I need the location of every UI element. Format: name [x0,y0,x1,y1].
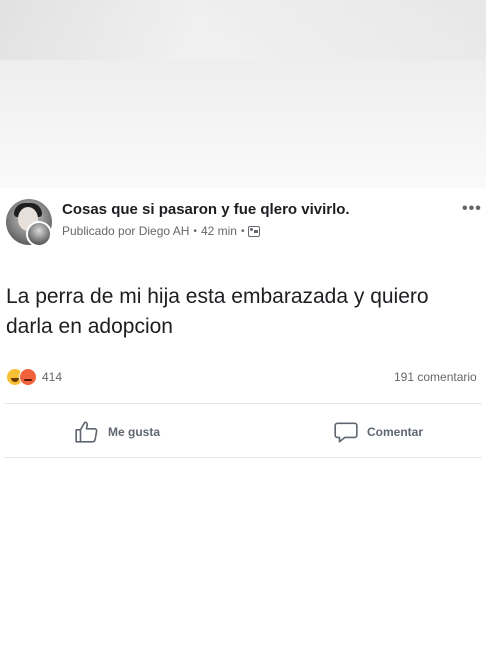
more-options-icon[interactable]: ••• [462,200,482,218]
reaction-count: 414 [42,370,63,384]
post-card [0,188,486,648]
angry-reaction-icon [19,368,37,386]
comment-label: Comentar [367,425,424,439]
author-avatar[interactable] [26,221,52,247]
post-meta: Publicado por Diego AH • 42 min • [62,224,261,238]
blurred-background [0,0,486,188]
meta-separator-dot: • [193,225,197,237]
comment-button[interactable]: Comentar [333,419,423,445]
published-by[interactable]: Publicado por Diego AH [62,224,189,238]
reactions-summary[interactable]: 414 [6,368,62,386]
divider-bottom [4,457,482,458]
meta-separator-dot: • [240,225,245,237]
audience-icon [248,225,261,237]
like-label: Me gusta [108,425,161,439]
comments-count[interactable]: 191 comentario [394,370,477,384]
post-time[interactable]: 42 min [201,224,237,238]
post-text: La perra de mi hija esta embarazada y qu… [6,285,429,338]
comment-bubble-icon [334,422,358,443]
group-name[interactable]: Cosas que si pasaron y fue qlero vivirlo… [62,201,350,218]
divider-top [4,403,482,404]
thumbs-up-icon [75,421,98,443]
like-button[interactable]: Me gusta [74,419,160,445]
